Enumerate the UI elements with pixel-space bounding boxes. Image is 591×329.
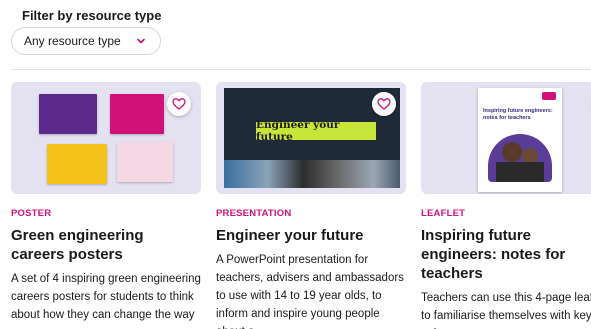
resource-card-green-engineering-posters[interactable]: POSTER Green engineering careers posters… bbox=[11, 82, 201, 324]
resource-card-inspiring-future-engineers[interactable]: Inspiring future engineers: notes for te… bbox=[421, 82, 591, 329]
presentation-title-banner: Engineer your future bbox=[256, 119, 376, 143]
heart-icon bbox=[172, 98, 186, 110]
resource-type-label: POSTER bbox=[11, 208, 52, 219]
poster-image bbox=[117, 142, 173, 182]
resource-thumbnail[interactable]: Inspiring future engineers: notes for te… bbox=[421, 82, 591, 194]
resource-thumbnail[interactable] bbox=[11, 82, 201, 194]
chevron-down-icon bbox=[137, 38, 145, 44]
favourite-button[interactable] bbox=[167, 92, 191, 116]
resource-type-select-value: Any resource type bbox=[24, 34, 121, 48]
divider bbox=[11, 69, 591, 70]
resource-card-engineer-your-future[interactable]: Engineer your future PRESENTATION Engine… bbox=[216, 82, 406, 329]
poster-image bbox=[47, 144, 107, 184]
favourite-button[interactable] bbox=[372, 92, 396, 116]
poster-image bbox=[110, 94, 164, 134]
resource-type-label: LEAFLET bbox=[421, 208, 466, 219]
leaflet-cover-photo bbox=[488, 134, 552, 182]
leaflet-cover-image: Inspiring future engineers: notes for te… bbox=[478, 88, 562, 192]
resource-description: A PowerPoint presentation for teachers, … bbox=[216, 254, 404, 329]
leaflet-cover-title: Inspiring future engineers: notes for te… bbox=[483, 108, 553, 121]
heart-icon bbox=[377, 98, 391, 110]
filter-label: Filter by resource type bbox=[22, 8, 162, 23]
resource-type-label: PRESENTATION bbox=[216, 208, 292, 219]
resource-title[interactable]: Engineer your future bbox=[216, 226, 406, 245]
poster-image bbox=[39, 94, 97, 134]
logo bbox=[542, 92, 556, 100]
resource-title[interactable]: Inspiring future engineers: notes for te… bbox=[421, 226, 591, 283]
resource-title[interactable]: Green engineering careers posters bbox=[11, 226, 201, 264]
resource-type-select[interactable]: Any resource type bbox=[11, 27, 161, 55]
resource-thumbnail[interactable]: Engineer your future bbox=[216, 82, 406, 194]
resource-description: A set of 4 inspiring green engineering c… bbox=[11, 273, 201, 321]
resource-description: Teachers can use this 4-page leaflet to … bbox=[421, 292, 591, 329]
